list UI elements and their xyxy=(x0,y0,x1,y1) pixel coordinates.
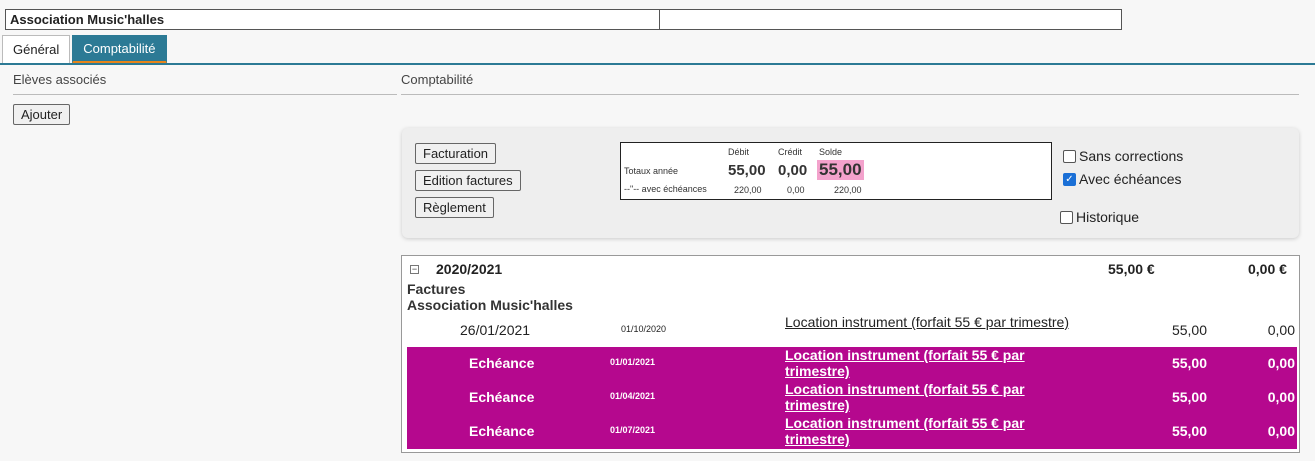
echeances-solde: 220,00 xyxy=(834,185,862,195)
row-date: 01/04/2021 xyxy=(610,391,656,401)
echeance-row: Echéance 01/04/2021 Location instrument … xyxy=(407,381,1297,415)
totals-box: Débit Crédit Solde Totaux année 55,00 0,… xyxy=(620,142,1052,200)
year-debit-total: 55,00 € xyxy=(1108,261,1155,277)
edition-factures-button[interactable]: Edition factures xyxy=(415,170,521,191)
row-debit: 55,00 xyxy=(1171,355,1207,371)
row-credit: 0,00 xyxy=(1267,355,1295,371)
sans-corrections-option[interactable]: Sans corrections xyxy=(1063,148,1183,164)
name-field[interactable]: Association Music'halles xyxy=(5,9,660,30)
tab-comptabilite[interactable]: Comptabilité xyxy=(72,35,167,64)
tab-underline xyxy=(0,63,1315,65)
accounting-panel: Facturation Edition factures Règlement D… xyxy=(402,128,1299,238)
avec-echeances-label: Avec échéances xyxy=(1079,171,1182,187)
row-debit: 55,00 xyxy=(1171,389,1207,405)
total-solde: 55,00 xyxy=(817,160,864,180)
row-description-link[interactable]: Location instrument (forfait 55 € par tr… xyxy=(785,347,1070,379)
row-credit: 0,00 xyxy=(1267,389,1295,405)
facturation-button[interactable]: Facturation xyxy=(415,143,497,164)
echeance-row: Echéance 01/07/2021 Location instrument … xyxy=(407,415,1297,449)
historique-option[interactable]: Historique xyxy=(1060,209,1139,225)
row-label: Echéance xyxy=(469,423,535,439)
row-date: 01/07/2021 xyxy=(610,425,656,435)
row-date: 01/01/2021 xyxy=(610,357,656,367)
row-debit: 55,00 xyxy=(1171,322,1207,338)
accounting-title: Comptabilité xyxy=(401,72,474,87)
section-title: Factures xyxy=(407,281,466,297)
ledger-table: − 2020/2021 55,00 € 0,00 € Factures Asso… xyxy=(401,255,1300,453)
year-credit-total: 0,00 € xyxy=(1248,261,1287,277)
ledger-row: 26/01/2021 01/10/2020 Location instrumen… xyxy=(407,314,1297,348)
divider xyxy=(13,94,397,95)
checkbox-checked-icon[interactable]: ✓ xyxy=(1063,172,1076,186)
tab-bar: Général Comptabilité xyxy=(2,35,169,64)
sans-corrections-label: Sans corrections xyxy=(1079,148,1184,164)
row-label: Echéance xyxy=(469,355,535,371)
row-label: 26/01/2021 xyxy=(460,322,531,338)
solde-header: Solde xyxy=(819,147,843,157)
row-description-link[interactable]: Location instrument (forfait 55 € par tr… xyxy=(785,415,1070,447)
add-button[interactable]: Ajouter xyxy=(13,104,71,125)
row-credit: 0,00 xyxy=(1267,322,1295,338)
row-date: 01/10/2020 xyxy=(621,324,667,334)
divider xyxy=(401,94,1299,95)
row-label: Echéance xyxy=(469,389,535,405)
row-credit: 0,00 xyxy=(1267,423,1295,439)
row-description-link[interactable]: Location instrument (forfait 55 € par tr… xyxy=(785,314,1070,330)
avec-echeances-option[interactable]: ✓ Avec échéances xyxy=(1063,171,1181,187)
totals-year-label: Totaux année xyxy=(624,166,679,176)
totals-with-echeances-label: --"-- avec échéances xyxy=(624,184,707,194)
row-description-link[interactable]: Location instrument (forfait 55 € par tr… xyxy=(785,381,1070,413)
debit-header: Débit xyxy=(728,147,750,157)
name-row: Association Music'halles xyxy=(5,9,1122,30)
row-debit: 55,00 xyxy=(1171,423,1207,439)
total-credit: 0,00 xyxy=(778,162,808,179)
secondary-field[interactable] xyxy=(660,9,1122,30)
reglement-button[interactable]: Règlement xyxy=(415,197,494,218)
checkbox-icon[interactable] xyxy=(1060,210,1073,224)
historique-label: Historique xyxy=(1076,209,1140,225)
checkbox-icon[interactable] xyxy=(1063,149,1076,163)
client-name: Association Music'halles xyxy=(407,297,573,313)
echeances-debit: 220,00 xyxy=(734,185,762,195)
echeance-row: Echéance 01/01/2021 Location instrument … xyxy=(407,347,1297,381)
echeances-credit: 0,00 xyxy=(787,185,805,195)
total-debit: 55,00 xyxy=(728,162,766,179)
credit-header: Crédit xyxy=(778,147,803,157)
associated-students-title: Elèves associés xyxy=(13,72,107,87)
collapse-icon[interactable]: − xyxy=(410,265,419,274)
year-label: 2020/2021 xyxy=(436,261,503,277)
tab-general[interactable]: Général xyxy=(2,35,71,64)
